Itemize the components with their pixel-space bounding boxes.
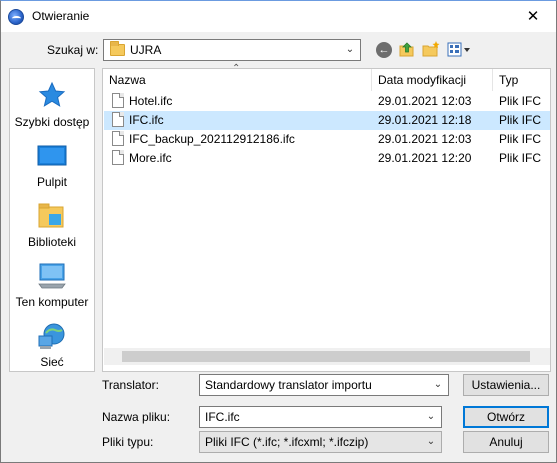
column-header-name[interactable]: Nazwa bbox=[103, 69, 372, 91]
file-name-field[interactable]: IFC.ifc ⌄ bbox=[199, 406, 442, 428]
place-network[interactable]: Sieć bbox=[10, 315, 94, 373]
file-name: IFC.ifc bbox=[129, 113, 164, 127]
star-icon bbox=[37, 81, 67, 111]
file-icon bbox=[112, 150, 124, 165]
up-one-level-icon[interactable] bbox=[398, 40, 416, 58]
look-in-label: Szukaj w: bbox=[47, 43, 99, 57]
dialog-title: Otwieranie bbox=[32, 9, 90, 23]
file-type-label: Pliki typu: bbox=[102, 435, 154, 449]
new-folder-icon[interactable] bbox=[422, 40, 440, 58]
folder-icon bbox=[110, 41, 125, 56]
file-name-label: Nazwa pliku: bbox=[102, 410, 171, 424]
file-name: Hotel.ifc bbox=[129, 94, 173, 108]
place-this-pc[interactable]: Ten komputer bbox=[10, 255, 94, 313]
chevron-down-icon: ⌄ bbox=[433, 379, 443, 390]
file-date: 29.01.2021 12:20 bbox=[378, 151, 472, 165]
column-header-type[interactable]: Typ bbox=[493, 69, 551, 91]
file-date: 29.01.2021 12:03 bbox=[378, 94, 472, 108]
column-header-label: Data modyfikacji bbox=[378, 73, 467, 87]
libraries-icon bbox=[37, 201, 67, 231]
horizontal-scrollbar[interactable] bbox=[104, 348, 550, 365]
file-type-dropdown[interactable]: Pliki IFC (*.ifc; *.ifcxml; *.ifczip) ⌄ bbox=[199, 431, 442, 453]
chevron-down-icon: ⌄ bbox=[426, 436, 436, 447]
chevron-down-icon: ⌄ bbox=[426, 411, 436, 422]
file-name: More.ifc bbox=[129, 151, 172, 165]
scrollbar-thumb[interactable] bbox=[122, 351, 530, 362]
file-date: 29.01.2021 12:18 bbox=[378, 113, 472, 127]
translator-label: Translator: bbox=[102, 378, 159, 392]
file-type-value: Pliki IFC (*.ifc; *.ifcxml; *.ifczip) bbox=[205, 435, 369, 449]
view-menu-icon[interactable] bbox=[447, 41, 471, 59]
table-row[interactable]: IFC_backup_202112912186.ifc 29.01.2021 1… bbox=[104, 130, 550, 149]
places-bar: Szybki dostęp Pulpit Biblioteki Ten komp… bbox=[9, 68, 95, 372]
app-logo-icon bbox=[8, 9, 24, 25]
file-type: Plik IFC bbox=[499, 94, 541, 108]
cancel-button[interactable]: Anuluj bbox=[463, 431, 549, 453]
column-header-date[interactable]: Data modyfikacji bbox=[372, 69, 493, 91]
back-arrow-icon[interactable]: ← bbox=[376, 42, 392, 58]
computer-icon bbox=[37, 261, 67, 291]
title-bar[interactable]: Otwieranie ✕ bbox=[1, 1, 556, 32]
place-quick-access[interactable]: Szybki dostęp bbox=[10, 75, 94, 133]
place-libraries[interactable]: Biblioteki bbox=[10, 195, 94, 253]
place-label: Pulpit bbox=[36, 175, 68, 189]
table-row[interactable]: More.ifc 29.01.2021 12:20 Plik IFC bbox=[104, 149, 550, 168]
file-type: Plik IFC bbox=[499, 113, 541, 127]
file-date: 29.01.2021 12:03 bbox=[378, 132, 472, 146]
file-name-value: IFC.ifc bbox=[205, 410, 240, 424]
close-button[interactable]: ✕ bbox=[510, 1, 556, 31]
desktop-icon bbox=[37, 141, 67, 171]
column-header-label: Nazwa bbox=[109, 73, 146, 87]
table-row[interactable]: Hotel.ifc 29.01.2021 12:03 Plik IFC bbox=[104, 92, 550, 111]
file-icon bbox=[112, 131, 124, 146]
look-in-value: UJRA bbox=[130, 43, 162, 57]
place-desktop[interactable]: Pulpit bbox=[10, 135, 94, 193]
look-in-dropdown[interactable]: UJRA ⌄ bbox=[103, 39, 361, 61]
file-icon bbox=[112, 112, 124, 127]
table-row[interactable]: IFC.ifc 29.01.2021 12:18 Plik IFC bbox=[104, 111, 550, 130]
translator-value: Standardowy translator importu bbox=[205, 378, 372, 392]
file-icon bbox=[112, 93, 124, 108]
translator-dropdown[interactable]: Standardowy translator importu ⌄ bbox=[199, 374, 449, 396]
network-icon bbox=[37, 321, 67, 351]
file-list[interactable]: ⌃ Nazwa Data modyfikacji Typ Hotel.ifc 2… bbox=[102, 64, 551, 372]
open-button[interactable]: Otwórz bbox=[463, 406, 549, 428]
place-label: Biblioteki bbox=[27, 235, 77, 249]
file-type: Plik IFC bbox=[499, 132, 541, 146]
place-label: Ten komputer bbox=[15, 295, 89, 309]
place-label: Sieć bbox=[40, 355, 64, 369]
settings-button[interactable]: Ustawienia... bbox=[463, 374, 549, 396]
place-label: Szybki dostęp bbox=[14, 115, 90, 129]
file-type: Plik IFC bbox=[499, 151, 541, 165]
file-name: IFC_backup_202112912186.ifc bbox=[129, 132, 295, 146]
open-file-dialog: Otwieranie ✕ Szukaj w: UJRA ⌄ ← Szybki d… bbox=[0, 0, 557, 463]
chevron-down-icon: ⌄ bbox=[345, 44, 355, 55]
column-header-label: Typ bbox=[499, 73, 519, 87]
